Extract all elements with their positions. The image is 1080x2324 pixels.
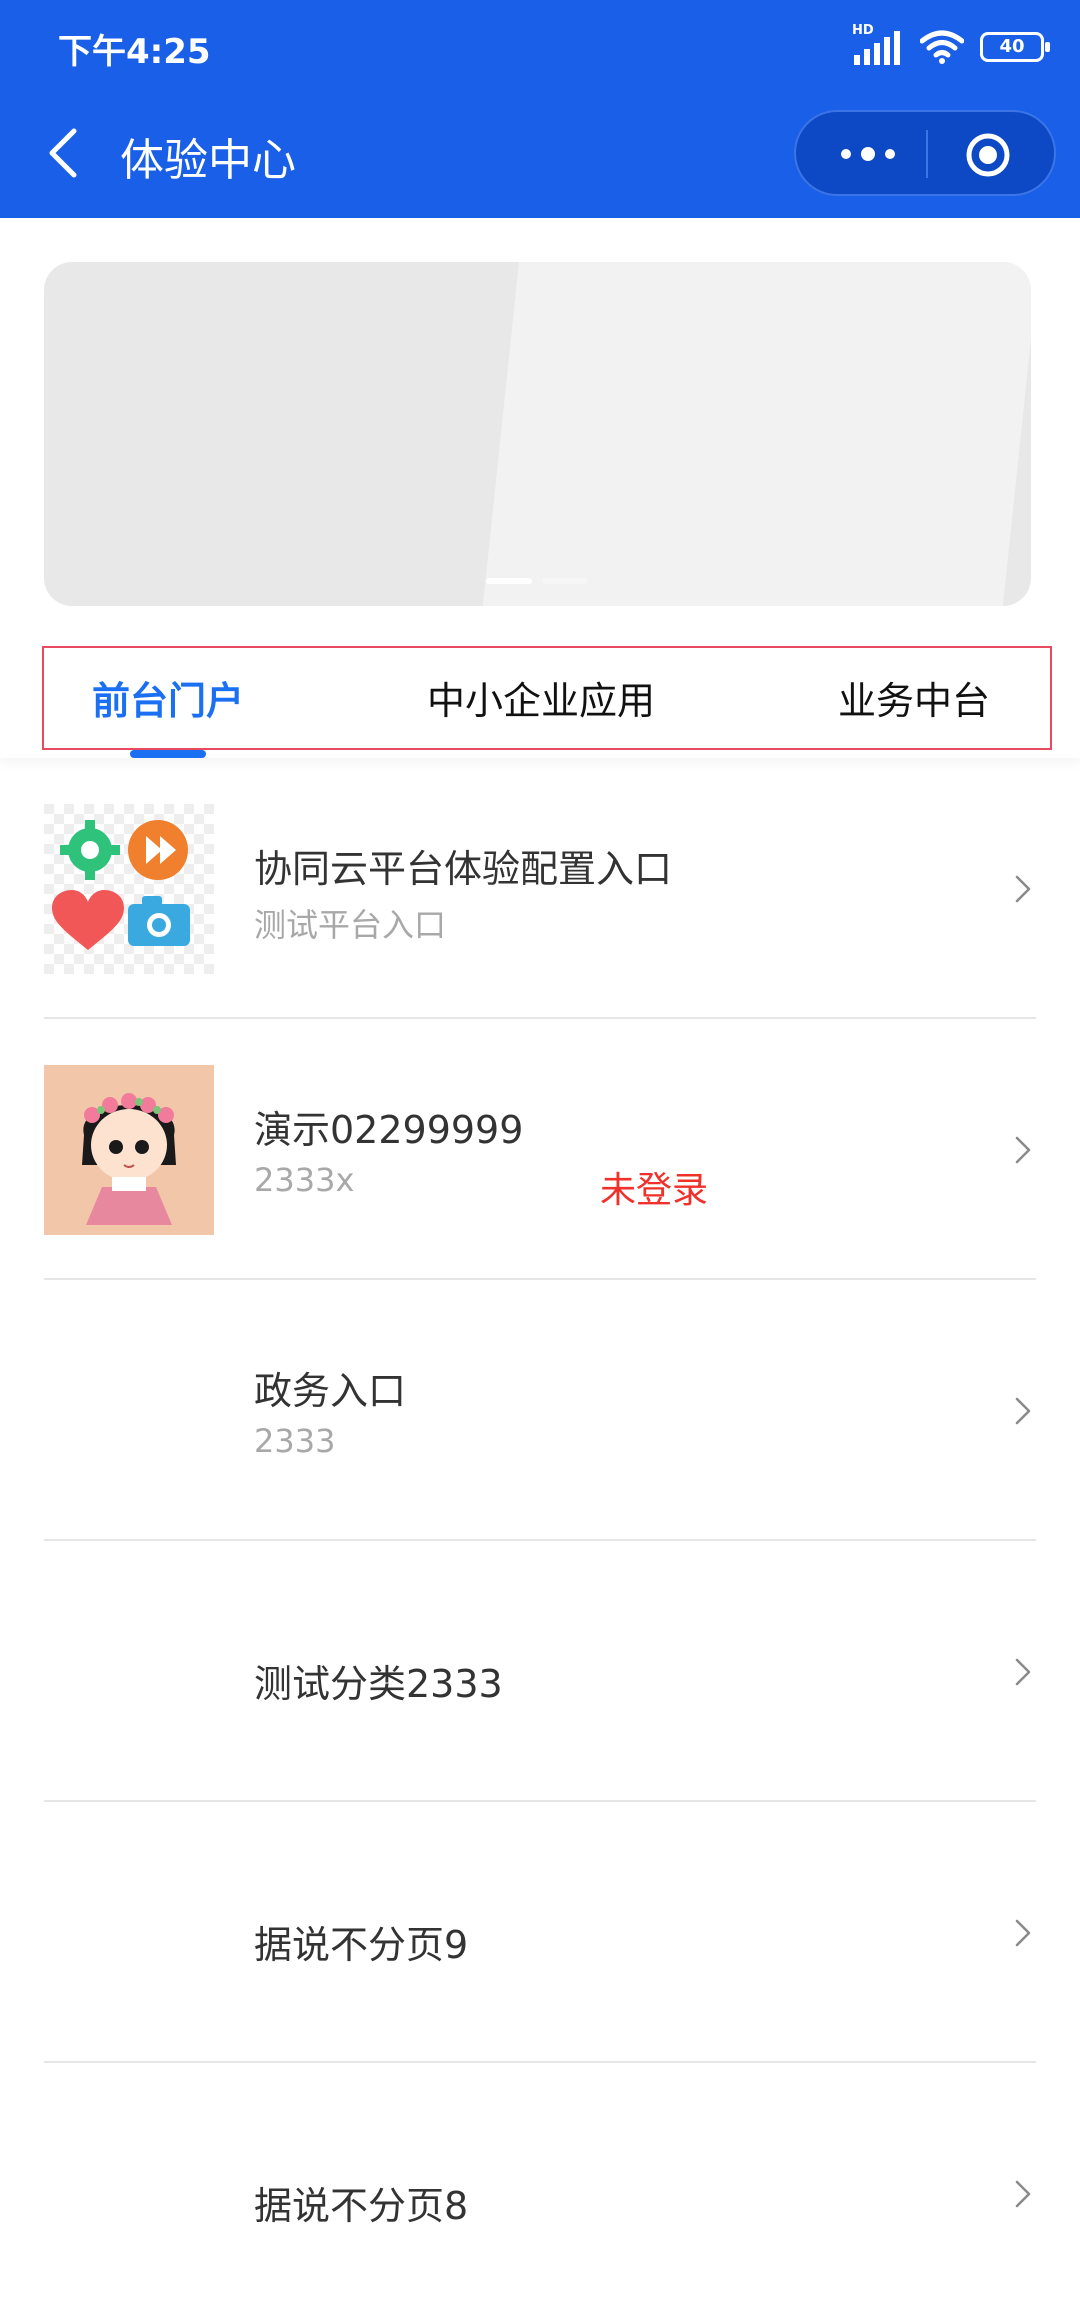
item-subtitle: 2333	[254, 1422, 336, 1460]
item-title: 据说不分页9	[254, 1923, 469, 1967]
list-item[interactable]: 协同云平台体验配置入口 测试平台入口	[0, 758, 1080, 1019]
tab-sme-apps[interactable]: 中小企业应用	[427, 670, 655, 725]
tab-business-center[interactable]: 业务中台	[838, 670, 990, 725]
status-time: 下午4:25	[58, 32, 211, 72]
signal-icon: HD	[852, 23, 904, 67]
banner-carousel[interactable]	[44, 262, 1031, 606]
list-item[interactable]: 政务入口 2333	[0, 1280, 1080, 1541]
page-title: 体验中心	[120, 135, 296, 186]
tab-portal[interactable]: 前台门户	[92, 670, 244, 725]
carousel-indicator-active	[486, 578, 532, 584]
back-arrow-icon[interactable]	[44, 125, 84, 181]
carousel-indicator	[542, 578, 588, 584]
list-item[interactable]: 演示02299999 2333x 未登录	[0, 1019, 1080, 1280]
entry-list: 协同云平台体验配置入口 测试平台入口 演示02299999 2333x 未登录 …	[0, 758, 1080, 2324]
category-tabs: 前台门户 中小企业应用 业务中台	[0, 622, 1080, 758]
chevron-right-icon	[1015, 2180, 1031, 2208]
chevron-right-icon	[1015, 875, 1031, 903]
item-subtitle: 2333x	[254, 1161, 355, 1199]
chevron-right-icon	[1015, 1136, 1031, 1164]
item-title: 据说不分页8	[254, 2184, 469, 2228]
title-bar: 下午4:25 HD 40 体验中心	[0, 0, 1080, 218]
status-icons: HD 40	[852, 23, 1050, 70]
active-tab-indicator	[130, 750, 206, 758]
chevron-right-icon	[1015, 1919, 1031, 1947]
cartoon-girl-thumbnail	[44, 1065, 214, 1235]
more-options-icon[interactable]	[832, 134, 904, 174]
list-item[interactable]: 据说不分页9	[0, 1802, 1080, 2063]
mini-program-capsule	[794, 110, 1056, 196]
wifi-icon	[920, 30, 964, 64]
list-item[interactable]: 据说不分页8	[0, 2063, 1080, 2324]
app-icons-thumbnail	[44, 804, 214, 974]
item-title: 测试分类2333	[254, 1662, 503, 1706]
capsule-divider	[926, 130, 928, 178]
item-subtitle: 测试平台入口	[254, 906, 447, 944]
close-target-icon[interactable]	[964, 131, 1012, 179]
login-status-label: 未登录	[600, 1170, 709, 1211]
battery-level: 40	[999, 36, 1025, 57]
item-title: 政务入口	[254, 1369, 407, 1413]
chevron-right-icon	[1015, 1658, 1031, 1686]
chevron-right-icon	[1015, 1397, 1031, 1425]
item-title: 协同云平台体验配置入口	[254, 847, 673, 891]
item-title: 演示02299999	[254, 1108, 524, 1152]
battery-icon: 40	[980, 32, 1050, 62]
list-item[interactable]: 测试分类2333	[0, 1541, 1080, 1802]
